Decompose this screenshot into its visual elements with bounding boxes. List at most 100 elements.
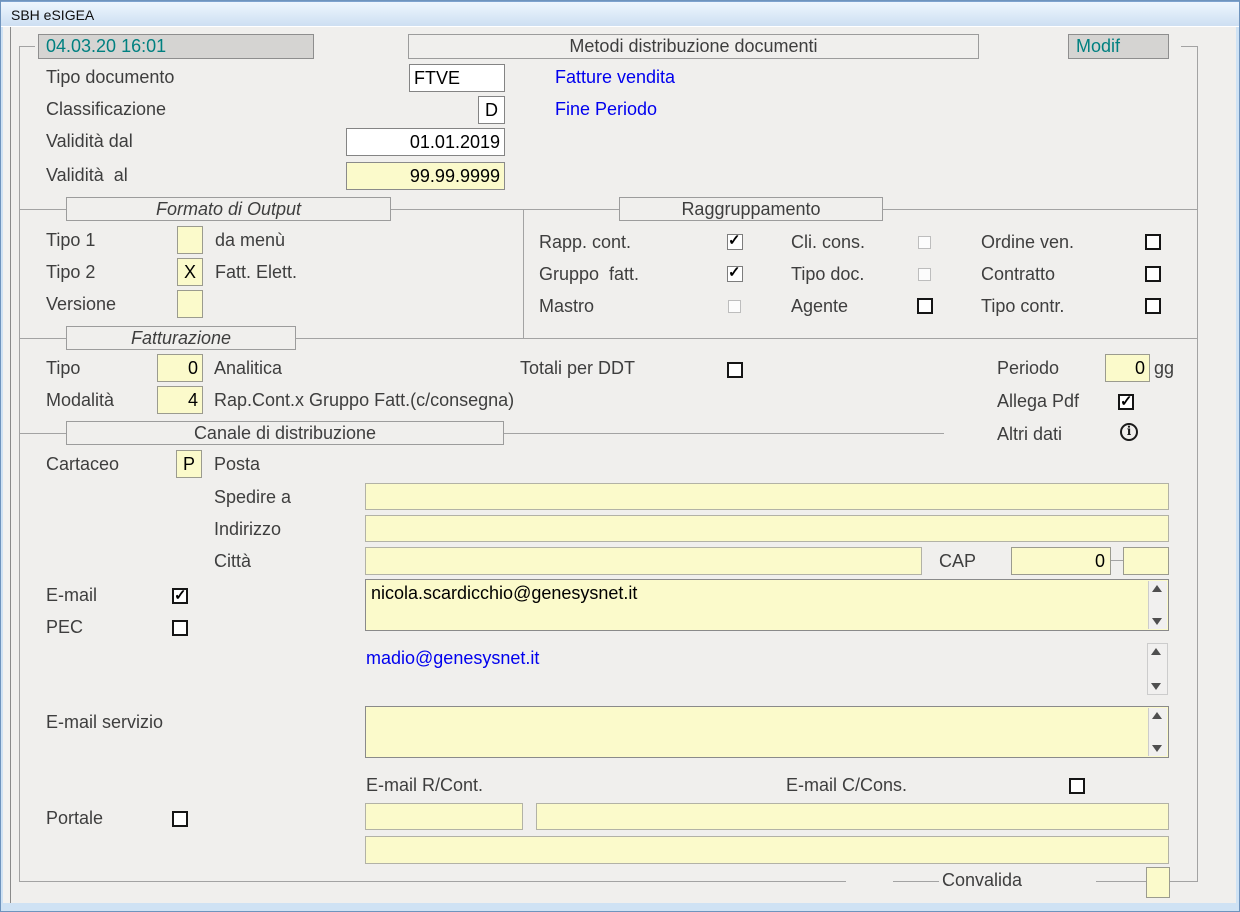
window-titlebar: SBH eSIGEA [1,1,1240,27]
gruppo-fatt-label: Gruppo fatt. [539,264,639,284]
modalita-input[interactable]: 4 [157,386,203,414]
contratto-label: Contratto [981,264,1055,284]
tipo2-input[interactable]: X [177,258,203,286]
citta-input[interactable] [365,547,922,575]
rapp-cont-label: Rapp. cont. [539,232,631,252]
tipo2-desc: Fatt. Elett. [215,262,297,282]
fatturazione-title: Fatturazione [66,326,296,350]
check-icon: ✓ [728,235,742,247]
email-ccons-label: E-mail C/Cons. [786,775,907,795]
totali-ddt-checkbox[interactable]: ✓ [727,362,743,378]
altri-dati-label: Altri dati [997,424,1062,444]
validita-dal-label: Validità dal [46,131,133,151]
canale-title: Canale di distribuzione [66,421,504,445]
fatt-tipo-desc: Analitica [214,358,282,378]
footer-line [19,881,846,882]
validita-al-label: Validità al [46,165,128,185]
scroll-up-icon[interactable] [1152,712,1162,719]
scroll-down-icon[interactable] [1152,618,1162,625]
cartaceo-label: Cartaceo [46,454,119,474]
check-icon: ✓ [174,590,186,602]
portale-input-3[interactable] [365,836,1169,864]
classificazione-input[interactable]: D [478,96,505,124]
portale-checkbox[interactable]: ✓ [172,811,188,827]
scroll-up-icon[interactable] [1152,585,1162,592]
agente-label: Agente [791,296,848,316]
rapp-cont-checkbox[interactable]: ✓ [727,234,743,250]
modalita-label: Modalità [46,390,114,410]
tipo-documento-label: Tipo documento [46,67,174,87]
scroll-down-icon[interactable] [1151,683,1161,690]
tipo-documento-desc: Fatture vendita [555,67,675,87]
email-ccons-checkbox[interactable]: ✓ [1069,778,1085,794]
frame-line [19,46,20,881]
frame-line [1181,46,1198,47]
frame-line [19,46,35,47]
tipo-doc-checkbox[interactable]: ✓ [918,268,931,281]
periodo-input[interactable]: 0 [1105,354,1150,382]
cli-cons-checkbox[interactable]: ✓ [918,236,931,249]
section-line [883,209,1197,210]
agente-checkbox[interactable]: ✓ [917,298,933,314]
email-servizio-scrollbar[interactable] [1148,708,1167,756]
citta-label: Città [214,551,251,571]
email-servizio-textarea[interactable] [365,706,1169,758]
cartaceo-input[interactable]: P [176,450,202,478]
convalida-label: Convalida [942,870,1022,890]
footer-line [1096,881,1146,882]
page-title: Metodi distribuzione documenti [408,34,979,59]
tipo1-label: Tipo 1 [46,230,95,250]
tipo-documento-input[interactable]: FTVE [409,64,505,92]
versione-input[interactable] [177,290,203,318]
scroll-down-icon[interactable] [1152,745,1162,752]
validita-al-input[interactable]: 99.99.9999 [346,162,505,190]
allega-pdf-checkbox[interactable]: ✓ [1118,394,1134,410]
tipo1-input[interactable] [177,226,203,254]
indirizzo-input[interactable] [365,515,1169,542]
email-value: nicola.scardicchio@genesysnet.it [371,583,637,603]
mastro-label: Mastro [539,296,594,316]
email-textarea[interactable]: nicola.scardicchio@genesysnet.it [365,579,1169,631]
tipo-doc-label: Tipo doc. [791,264,864,284]
periodo-label: Periodo [997,358,1059,378]
info-icon[interactable]: i [1120,423,1138,441]
email-checkbox[interactable]: ✓ [172,588,188,604]
pec-value: madio@genesysnet.it [366,648,539,668]
periodo-unit: gg [1154,358,1174,378]
portale-input-1[interactable] [365,803,523,830]
tipo2-label: Tipo 2 [46,262,95,282]
pec-checkbox[interactable]: ✓ [172,620,188,636]
contratto-checkbox[interactable]: ✓ [1145,266,1161,282]
section-line [19,433,66,434]
timestamp-box: 04.03.20 16:01 [38,34,314,59]
portale-input-2[interactable] [536,803,1169,830]
footer-line [893,881,939,882]
mode-badge: Modif [1068,34,1169,59]
classificazione-desc: Fine Periodo [555,99,657,119]
frame-line [1197,46,1198,881]
gruppo-fatt-checkbox[interactable]: ✓ [727,266,743,282]
fatt-tipo-input[interactable]: 0 [157,354,203,382]
fatt-tipo-label: Tipo [46,358,80,378]
allega-pdf-label: Allega Pdf [997,391,1079,411]
spedire-label: Spedire a [214,487,291,507]
portale-label: Portale [46,808,103,828]
section-line [19,209,66,210]
tipo-contr-checkbox[interactable]: ✓ [1145,298,1161,314]
cap-ext-input[interactable] [1123,547,1169,575]
ordine-ven-checkbox[interactable]: ✓ [1145,234,1161,250]
mastro-checkbox[interactable]: ✓ [728,300,741,313]
email-scrollbar[interactable] [1148,581,1167,629]
versione-label: Versione [46,294,116,314]
window-right-edge [1236,27,1239,905]
connector-line [1111,560,1123,561]
convalida-input[interactable] [1146,867,1170,898]
section-line [19,338,66,339]
pec-scrollbar[interactable] [1147,643,1168,695]
scroll-up-icon[interactable] [1151,648,1161,655]
cap-input[interactable]: 0 [1011,547,1111,575]
spedire-input[interactable] [365,483,1169,510]
cartaceo-desc: Posta [214,454,260,474]
validita-dal-input[interactable]: 01.01.2019 [346,128,505,156]
section-line [523,209,619,210]
